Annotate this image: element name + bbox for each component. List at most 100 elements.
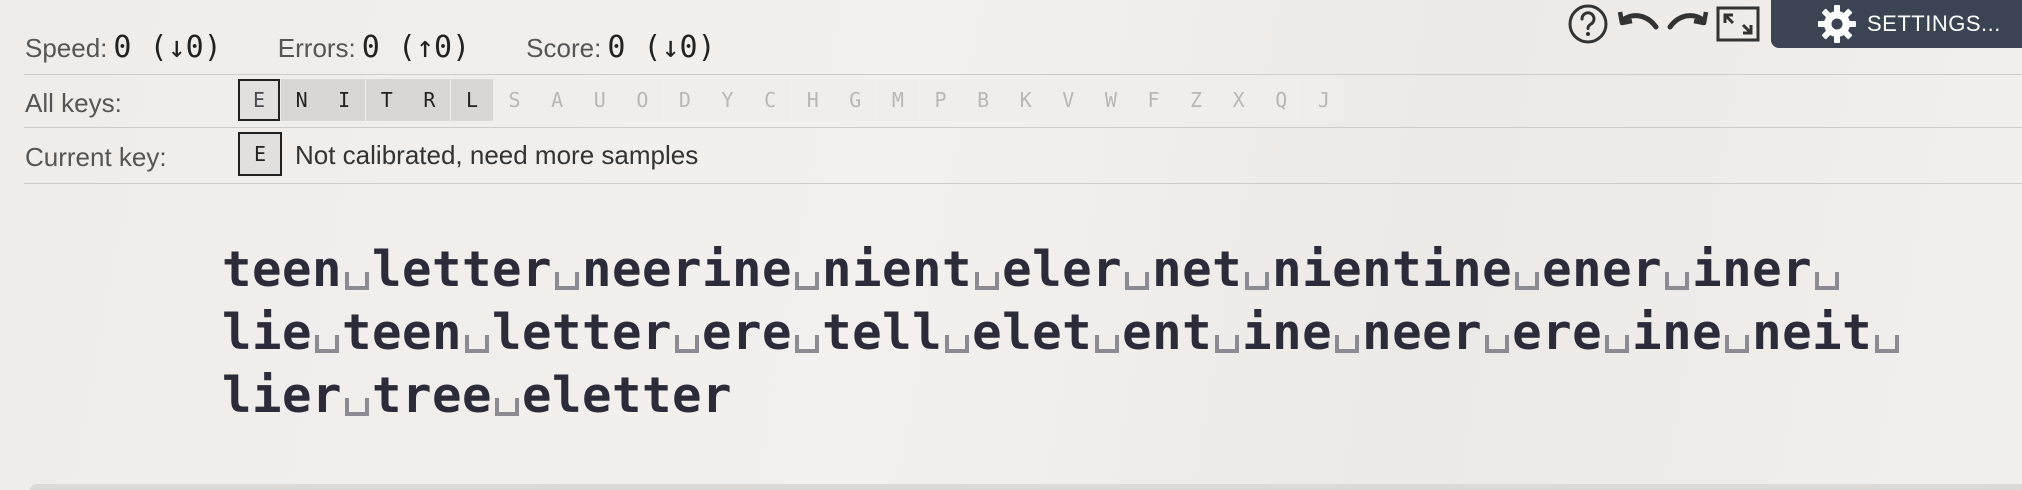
redo-button[interactable] [1663, 0, 1713, 48]
fullscreen-button[interactable] [1713, 0, 1763, 48]
space-marker-icon [795, 335, 820, 353]
key-e[interactable]: E [238, 79, 280, 121]
lesson-word: neit [1752, 304, 1873, 361]
toolbar: SETTINGS... [1563, 0, 2022, 48]
lesson-line: lier tree eletter [222, 364, 1902, 427]
space-marker-icon [1725, 335, 1750, 353]
lesson-word: teen [342, 304, 463, 361]
lesson-word: lier [222, 367, 343, 424]
key-w[interactable]: W [1089, 79, 1132, 121]
key-r[interactable]: R [408, 79, 451, 121]
key-q[interactable]: Q [1260, 79, 1303, 121]
errors-value: 0 (↑0) [361, 30, 471, 65]
space-marker-icon [1485, 335, 1510, 353]
space-marker-icon [1095, 335, 1120, 353]
key-b[interactable]: B [962, 79, 1005, 121]
lesson-word: nient [822, 241, 973, 298]
gear-icon [1817, 4, 1857, 44]
errors-label: Errors: [277, 33, 356, 63]
undo-icon [1617, 11, 1659, 30]
space-marker-icon [795, 272, 820, 290]
key-v[interactable]: V [1047, 79, 1090, 121]
lesson-line: teen letter neerine nient eler net nientine ene… [222, 238, 1902, 301]
space-marker-icon [555, 272, 580, 290]
lesson-word: lie [222, 304, 313, 361]
space-marker-icon [1875, 335, 1900, 353]
key-m[interactable]: M [876, 79, 919, 121]
space-marker-icon [465, 335, 490, 353]
speed-value: 0 (↓0) [113, 30, 222, 65]
lesson-word: neer [1362, 304, 1483, 361]
settings-label: SETTINGS... [1867, 11, 2001, 36]
key-x[interactable]: X [1217, 79, 1260, 121]
lesson-word: net [1152, 241, 1243, 298]
key-d[interactable]: D [663, 79, 706, 121]
score-stat: Score: 0 (↓0) [526, 30, 716, 65]
lesson-word: elet [972, 304, 1093, 361]
lesson-word: tell [822, 304, 943, 361]
score-label: Score: [526, 33, 602, 63]
help-button[interactable] [1563, 0, 1613, 48]
lesson-word: letter [372, 241, 553, 298]
space-marker-icon [1245, 272, 1270, 290]
space-marker-icon [945, 335, 970, 353]
key-z[interactable]: Z [1175, 79, 1218, 121]
calibration-status: Not calibrated, need more samples [295, 140, 699, 170]
key-k[interactable]: K [1004, 79, 1047, 121]
key-t[interactable]: T [365, 79, 408, 121]
speed-label: Speed: [25, 33, 108, 63]
space-marker-icon [1215, 335, 1240, 353]
key-h[interactable]: H [791, 79, 834, 121]
settings-button[interactable]: SETTINGS... [1771, 0, 2022, 48]
space-marker-icon [495, 398, 520, 416]
all-keys-label: All keys: [25, 88, 122, 118]
divider [24, 183, 2022, 184]
space-marker-icon [1665, 272, 1690, 290]
space-marker-icon [345, 398, 370, 416]
space-marker-icon [675, 335, 700, 353]
lesson-word: neerine [582, 241, 793, 298]
keys-row: ENITRLSAUODYCHGMPBKVWFZXQJ [238, 79, 1345, 121]
score-value: 0 (↓0) [607, 30, 716, 65]
space-marker-icon [1335, 335, 1360, 353]
key-p[interactable]: P [919, 79, 962, 121]
lesson-text[interactable]: teen letter neerine nient eler net nientine ene… [222, 238, 1902, 427]
key-n[interactable]: N [280, 79, 323, 121]
speed-stat: Speed: 0 (↓0) [25, 30, 222, 65]
lesson-word: ere [702, 304, 793, 361]
key-y[interactable]: Y [706, 79, 749, 121]
key-f[interactable]: F [1132, 79, 1175, 121]
lesson-word: eler [1002, 241, 1123, 298]
space-marker-icon [315, 335, 340, 353]
space-marker-icon [975, 272, 1000, 290]
key-i[interactable]: I [323, 79, 366, 121]
key-j[interactable]: J [1302, 79, 1345, 121]
space-marker-icon [1815, 272, 1840, 290]
key-c[interactable]: C [749, 79, 792, 121]
space-marker-icon [1125, 272, 1150, 290]
lesson-word: ine [1242, 304, 1333, 361]
lesson-word: ent [1122, 304, 1213, 361]
lesson-word: eletter [522, 367, 733, 424]
key-a[interactable]: A [536, 79, 579, 121]
undo-button[interactable] [1613, 0, 1663, 48]
divider [24, 74, 2022, 75]
key-l[interactable]: L [450, 79, 493, 121]
lesson-line: lie teen letter ere tell elet ent ine neer ere ine… [222, 301, 1902, 364]
redo-icon [1667, 11, 1709, 30]
key-u[interactable]: U [578, 79, 621, 121]
help-icon [1568, 4, 1608, 44]
space-marker-icon [1515, 272, 1540, 290]
key-o[interactable]: O [621, 79, 664, 121]
lesson-word: tree [372, 367, 493, 424]
key-g[interactable]: G [834, 79, 877, 121]
current-key-box[interactable]: E [238, 132, 282, 176]
lesson-word: nientine [1272, 241, 1513, 298]
input-area-edge [30, 484, 2022, 490]
lesson-word: ener [1542, 241, 1663, 298]
lesson-word: ine [1632, 304, 1723, 361]
key-s[interactable]: S [493, 79, 536, 121]
stats-bar: Speed: 0 (↓0) Errors: 0 (↑0) Score: 0 (↓0) [25, 30, 772, 65]
lesson-word: teen [222, 241, 343, 298]
current-key-label: Current key: [25, 142, 167, 172]
